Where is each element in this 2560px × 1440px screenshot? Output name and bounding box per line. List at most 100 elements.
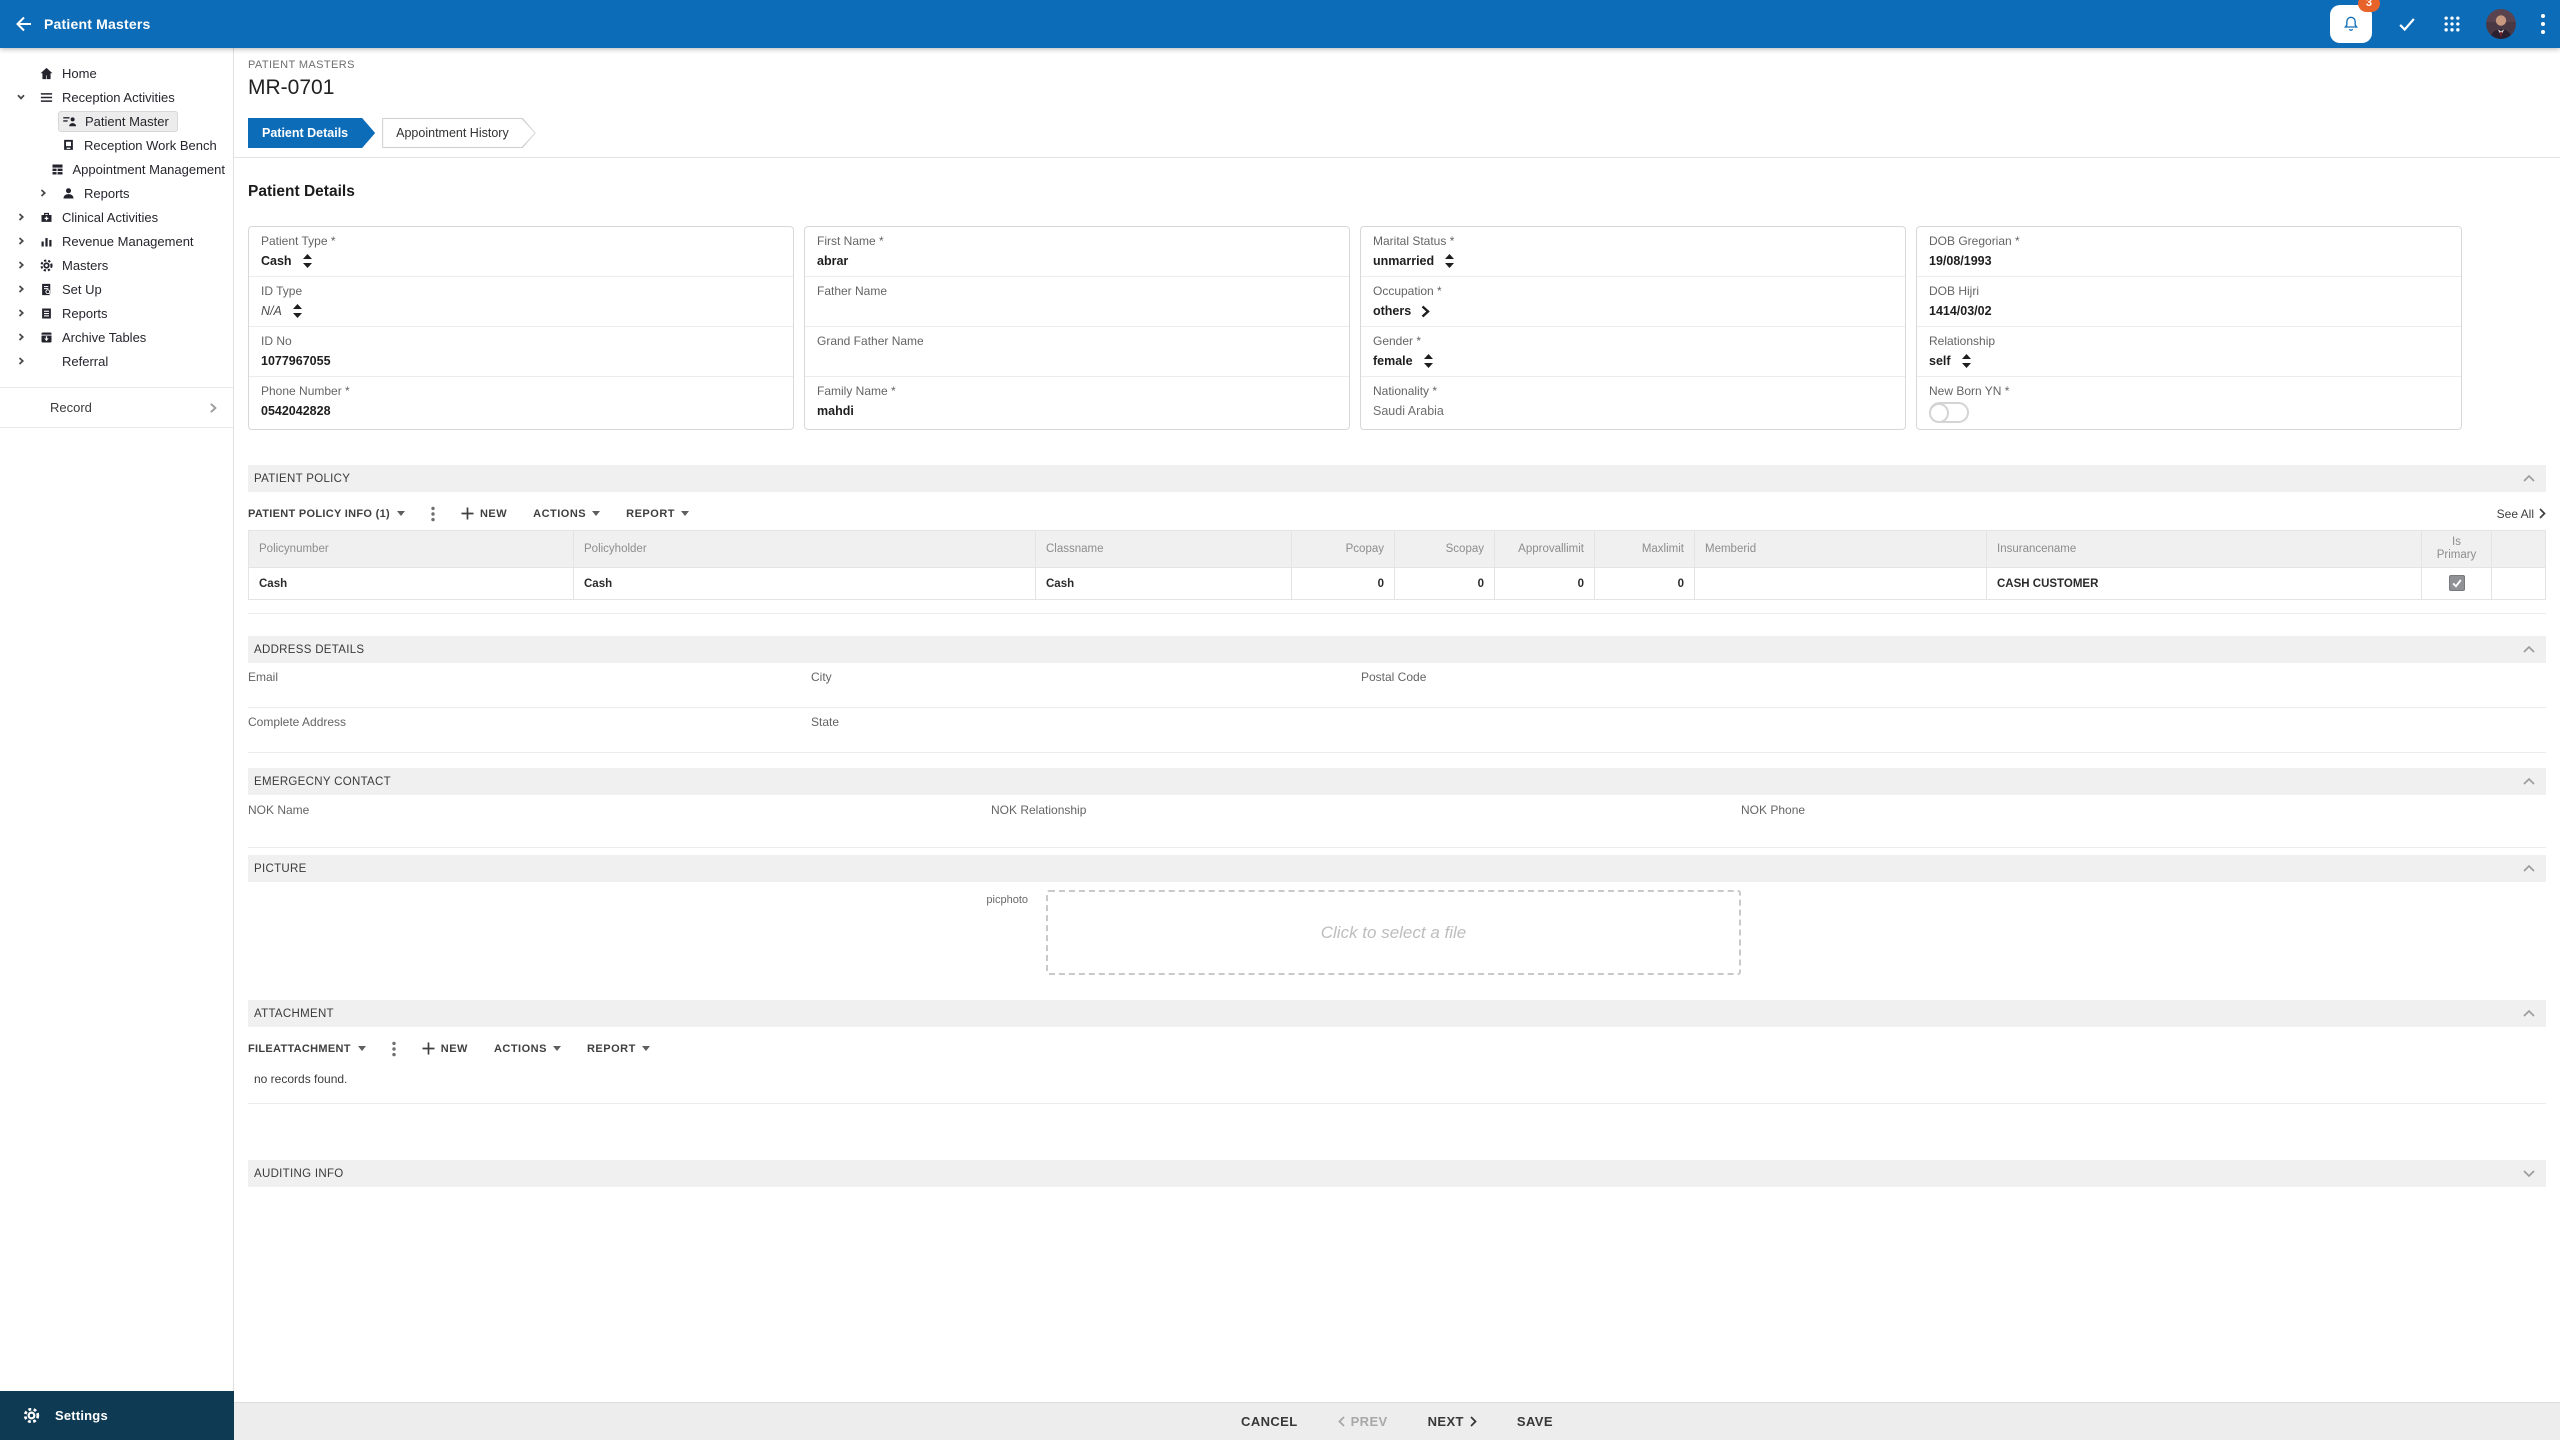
sidebar-item-home[interactable]: Home	[0, 61, 233, 85]
chevron-right-icon	[16, 308, 36, 318]
is-primary-checkbox[interactable]	[2448, 575, 2465, 591]
sidebar-item-reception-reports[interactable]: Reports	[0, 181, 233, 205]
section-address-details[interactable]: ADDRESS DETAILS	[248, 636, 2546, 663]
sidebar-item-patient-master[interactable]: Patient Master	[0, 109, 233, 133]
chevron-right-icon	[1470, 1416, 1477, 1427]
field-marital-status[interactable]: Marital Status * unmarried	[1361, 227, 1905, 276]
caret-down-icon	[396, 511, 405, 516]
new-button[interactable]: NEW	[461, 507, 507, 520]
field-relationship[interactable]: Relationship self	[1917, 326, 2461, 376]
emergency-contact-form: NOK Name NOK Relationship NOK Phone	[248, 795, 2546, 848]
sidebar-item-reception-work-bench[interactable]: Reception Work Bench	[0, 133, 233, 157]
sidebar-item-masters[interactable]: Masters	[0, 253, 233, 277]
section-patient-policy[interactable]: PATIENT POLICY	[248, 465, 2546, 492]
select-arrows-icon[interactable]	[292, 304, 303, 318]
field-new-born-yn[interactable]: New Born YN *	[1917, 376, 2461, 429]
policy-group-selector[interactable]: PATIENT POLICY INFO (1)	[248, 508, 405, 520]
home-icon	[39, 66, 54, 81]
field-gender[interactable]: Gender * female	[1361, 326, 1905, 376]
actions-button[interactable]: ACTIONS	[494, 1043, 561, 1055]
picphoto-label: picphoto	[986, 894, 1028, 906]
more-vert-icon[interactable]	[2540, 13, 2546, 35]
field-dob-gregorian[interactable]: DOB Gregorian * 19/08/1993	[1917, 227, 2461, 276]
settings-bar[interactable]: Settings	[0, 1391, 234, 1440]
field-id-type[interactable]: ID Type N/A	[249, 276, 793, 326]
sidebar-item-label: Appointment Management	[72, 161, 225, 177]
sidebar-item-label: Patient Master	[85, 113, 169, 129]
select-arrows-icon[interactable]	[1444, 254, 1455, 268]
field-complete-address[interactable]: Complete Address	[248, 708, 811, 753]
field-state[interactable]: State	[811, 708, 1361, 753]
tab-appointment-history[interactable]: Appointment History	[382, 118, 536, 148]
field-family-name[interactable]: Family Name * mahdi	[805, 376, 1349, 426]
sidebar-item-clinical-activities[interactable]: Clinical Activities	[0, 205, 233, 229]
field-occupation[interactable]: Occupation * others	[1361, 276, 1905, 326]
sidebar-item-label: Referral	[62, 353, 109, 369]
sidebar-item-label: Archive Tables	[62, 329, 147, 345]
sidebar-item-reception-activities[interactable]: Reception Activities	[0, 85, 233, 109]
divider	[248, 1103, 2546, 1104]
field-city[interactable]: City	[811, 663, 1361, 708]
tasks-check-icon[interactable]	[2396, 13, 2418, 35]
back-arrow-icon[interactable]	[14, 14, 34, 34]
section-attachment[interactable]: ATTACHMENT	[248, 1000, 2546, 1027]
field-phone-number[interactable]: Phone Number * 0542042828	[249, 376, 793, 426]
section-emergency-contact[interactable]: EMERGECNY CONTACT	[248, 768, 2546, 795]
attachment-group-selector[interactable]: FILEATTACHMENT	[248, 1043, 366, 1055]
field-first-name[interactable]: First Name * abrar	[805, 227, 1349, 276]
sidebar-item-label: Masters	[62, 257, 109, 273]
field-nok-name[interactable]: NOK Name	[248, 795, 991, 848]
table-row[interactable]: Cash Cash Cash 0 0 0 0 CASH CUSTOMER	[248, 567, 2546, 600]
select-arrows-icon[interactable]	[1961, 354, 1972, 368]
sidebar-item-set-up[interactable]: Set Up	[0, 277, 233, 301]
more-vert-icon[interactable]	[431, 506, 435, 522]
chevron-right-icon	[2539, 508, 2546, 519]
field-postal-code[interactable]: Postal Code	[1361, 663, 2546, 708]
sidebar-item-reports[interactable]: Reports	[0, 301, 233, 325]
report-button[interactable]: REPORT	[587, 1043, 650, 1055]
field-dob-hijri[interactable]: DOB Hijri 1414/03/02	[1917, 276, 2461, 326]
save-button[interactable]: SAVE	[1517, 1414, 1553, 1429]
footer-action-bar: CANCEL PREV NEXT SAVE	[234, 1402, 2560, 1440]
actions-button[interactable]: ACTIONS	[533, 508, 601, 520]
no-records-text: no records found.	[254, 1072, 348, 1086]
select-arrows-icon[interactable]	[1423, 354, 1434, 368]
sidebar-item-referral[interactable]: Referral	[0, 349, 233, 373]
sidebar-item-revenue-management[interactable]: Revenue Management	[0, 229, 233, 253]
new-button[interactable]: NEW	[422, 1042, 468, 1055]
sidebar-item-label: Reports	[62, 305, 108, 321]
field-id-no[interactable]: ID No 1077967055	[249, 326, 793, 376]
sidebar-item-appointment-management[interactable]: Appointment Management	[0, 157, 233, 181]
report-button[interactable]: REPORT	[626, 508, 689, 520]
record-row[interactable]: Record	[0, 387, 233, 428]
field-nationality[interactable]: Nationality * Saudi Arabia	[1361, 376, 1905, 426]
file-dropzone[interactable]: Click to select a file	[1046, 890, 1741, 975]
see-all-link[interactable]: See All	[2497, 507, 2546, 521]
caret-down-icon	[641, 1046, 650, 1051]
chevron-up-icon	[2523, 778, 2535, 785]
user-avatar[interactable]	[2486, 9, 2516, 39]
notifications-button[interactable]: 3	[2330, 0, 2380, 43]
field-email[interactable]: Email	[248, 663, 811, 708]
field-patient-type[interactable]: Patient Type * Cash	[249, 227, 793, 276]
field-nok-relationship[interactable]: NOK Relationship	[991, 795, 1741, 848]
caret-down-icon	[592, 511, 601, 516]
next-button[interactable]: NEXT	[1428, 1414, 1477, 1429]
field-grand-father-name[interactable]: Grand Father Name	[805, 326, 1349, 376]
tab-patient-details[interactable]: Patient Details	[248, 118, 375, 148]
section-auditing-info[interactable]: AUDITING INFO	[248, 1160, 2546, 1187]
more-vert-icon[interactable]	[392, 1041, 396, 1057]
sidebar-item-label: Set Up	[62, 281, 102, 297]
prev-button[interactable]: PREV	[1337, 1414, 1388, 1429]
plus-icon	[461, 507, 474, 520]
section-picture[interactable]: PICTURE	[248, 855, 2546, 882]
new-born-toggle[interactable]	[1929, 402, 1969, 423]
field-father-name[interactable]: Father Name	[805, 276, 1349, 326]
cancel-button[interactable]: CANCEL	[1241, 1414, 1298, 1429]
field-nok-phone[interactable]: NOK Phone	[1741, 795, 2546, 848]
apps-grid-icon[interactable]	[2442, 14, 2462, 34]
sidebar-item-archive-tables[interactable]: Archive Tables	[0, 325, 233, 349]
chevron-right-icon[interactable]	[1421, 305, 1430, 318]
select-arrows-icon[interactable]	[302, 254, 313, 268]
picture-form: picphoto Click to select a file	[248, 882, 2546, 987]
